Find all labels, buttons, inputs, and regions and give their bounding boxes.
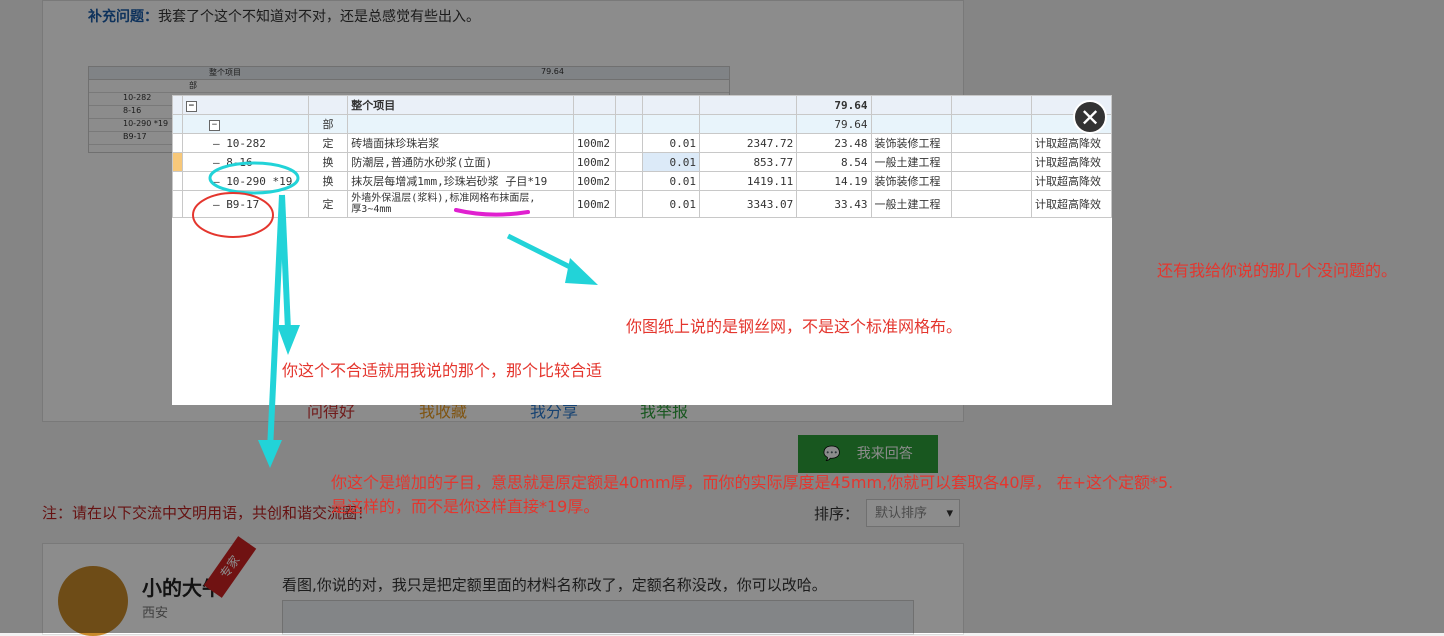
cyan-arrow-down-head — [258, 440, 282, 468]
cyan-arrow-right-head — [565, 258, 598, 285]
red-circle-annotation — [192, 192, 274, 238]
cyan-circle-annotation — [208, 161, 300, 195]
cyan-arrow-mid-head — [277, 325, 300, 355]
annotation-drawings — [192, 161, 598, 468]
cyan-arrow-mid-shaft — [279, 194, 291, 331]
magenta-underline-annotation — [454, 208, 530, 217]
cyan-arrow-down-shaft — [267, 194, 285, 451]
